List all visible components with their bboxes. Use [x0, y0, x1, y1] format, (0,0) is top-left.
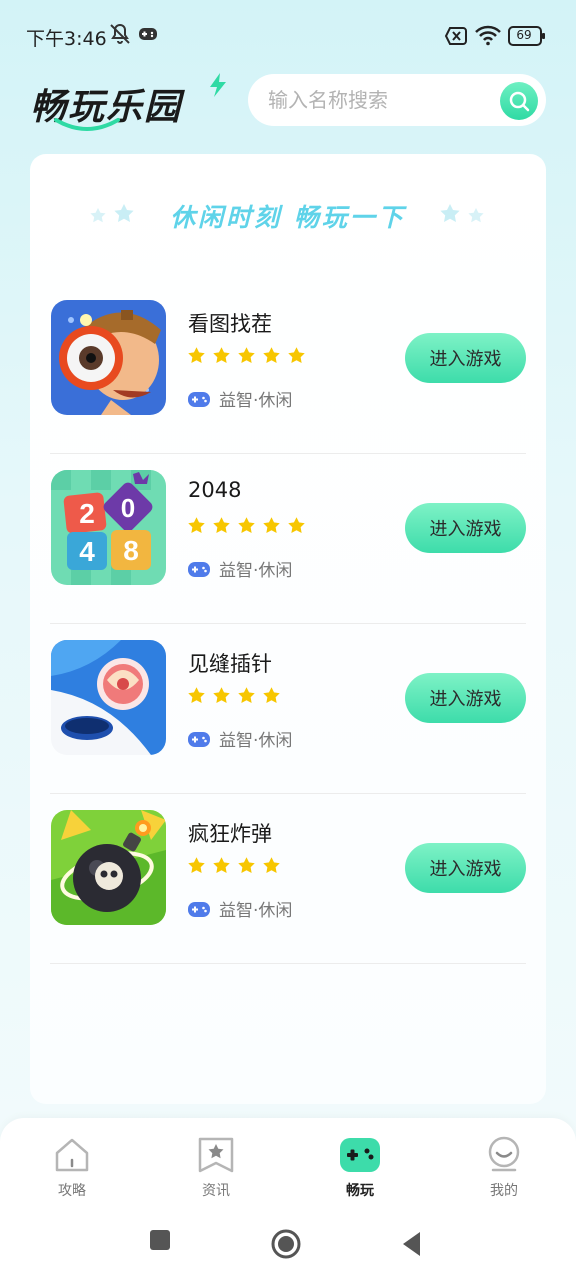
rating-stars	[187, 686, 281, 705]
gamepad-icon	[188, 901, 210, 917]
gamepad-icon	[340, 1138, 380, 1172]
tab-news[interactable]: 资讯	[176, 1136, 256, 1200]
star-icon	[263, 687, 280, 703]
banner-title: 休闲时刻 畅玩一下	[170, 203, 406, 232]
status-time: 下午3:46	[26, 28, 107, 50]
game-row: 疯狂炸弹 益智·休闲 进入游戏	[50, 794, 526, 964]
rating-stars	[187, 516, 306, 535]
star-icon	[188, 687, 205, 703]
star-icon	[238, 347, 255, 363]
game-name: 疯狂炸弹	[188, 822, 272, 846]
star-icon	[263, 857, 280, 873]
tab-play[interactable]: 畅玩	[320, 1136, 400, 1200]
tab-guide[interactable]: 攻略	[32, 1136, 112, 1200]
enter-game-button[interactable]: 进入游戏	[405, 843, 526, 893]
wifi-icon	[475, 25, 501, 46]
house-icon	[55, 1138, 89, 1172]
game-controller-status-icon	[139, 28, 157, 40]
rating-stars	[187, 856, 281, 875]
battery-level: 69	[516, 28, 532, 42]
game-name: 2048	[188, 478, 242, 502]
star-icon	[263, 517, 280, 533]
category-label: 益智·休闲	[219, 901, 293, 921]
game-row: 看图找茬 益智·休闲 进入游戏	[50, 284, 526, 454]
svg-text:4: 4	[79, 536, 95, 567]
enter-game-button[interactable]: 进入游戏	[405, 673, 526, 723]
decorative-stars-icon	[90, 204, 134, 223]
star-icon	[238, 517, 255, 533]
svg-text:8: 8	[123, 535, 139, 566]
search-button[interactable]	[500, 82, 538, 120]
game-row: 2 0 4 8 2048 益智·休闲 进入游戏	[50, 454, 526, 624]
game-row: 见缝插针 益智·休闲 进入游戏	[50, 624, 526, 794]
category-tag: 益智·休闲	[187, 896, 292, 921]
category-tag: 益智·休闲	[187, 726, 292, 751]
recent-apps-icon[interactable]	[148, 1228, 172, 1252]
category-tag: 益智·休闲	[187, 386, 292, 411]
search-bar	[248, 74, 546, 126]
star-icon	[288, 517, 305, 533]
tab-label: 畅玩	[346, 1183, 374, 1199]
category-label: 益智·休闲	[219, 561, 293, 581]
spot-difference-game-icon[interactable]	[51, 300, 166, 415]
logo-smile-icon	[54, 118, 120, 131]
gamepad-icon	[188, 731, 210, 747]
star-icon	[188, 517, 205, 533]
star-icon	[263, 347, 280, 363]
game-card: 休闲时刻 畅玩一下 看图找茬 益智·休闲 进入游戏 2 0 4 8 2048 益…	[30, 154, 546, 1104]
star-icon	[213, 517, 230, 533]
rating-stars	[187, 346, 306, 365]
category-tag: 益智·休闲	[187, 556, 292, 581]
home-icon[interactable]	[270, 1228, 302, 1260]
tab-label: 资讯	[202, 1183, 230, 1199]
back-icon[interactable]	[400, 1230, 424, 1258]
category-label: 益智·休闲	[219, 391, 293, 411]
banner: 休闲时刻 畅玩一下	[30, 194, 546, 234]
game-name: 看图找茬	[188, 312, 272, 336]
game-name: 见缝插针	[188, 652, 272, 676]
gamepad-icon	[188, 391, 210, 407]
profile-icon	[488, 1136, 520, 1172]
star-icon	[213, 857, 230, 873]
bookmark-star-icon	[198, 1137, 234, 1173]
search-icon	[509, 91, 530, 112]
enter-game-button[interactable]: 进入游戏	[405, 503, 526, 553]
category-label: 益智·休闲	[219, 731, 293, 751]
status-bar: 下午3:46 69	[0, 0, 576, 70]
tab-mine[interactable]: 我的	[464, 1136, 544, 1200]
bomb-game-icon[interactable]	[51, 810, 166, 925]
star-icon	[238, 857, 255, 873]
needle-game-icon[interactable]	[51, 640, 166, 755]
game-list: 看图找茬 益智·休闲 进入游戏 2 0 4 8 2048 益智·休闲 进入游戏 …	[50, 284, 526, 964]
svg-text:2: 2	[79, 498, 95, 529]
search-input[interactable]	[268, 87, 498, 113]
sim-x-icon	[444, 27, 467, 45]
enter-game-button[interactable]: 进入游戏	[405, 333, 526, 383]
2048-game-icon[interactable]: 2 0 4 8	[51, 470, 166, 585]
star-icon	[188, 857, 205, 873]
star-icon	[188, 347, 205, 363]
tab-label: 我的	[490, 1183, 518, 1199]
app-logo: 畅玩乐园	[28, 70, 238, 134]
star-icon	[288, 347, 305, 363]
decorative-stars-icon	[440, 204, 484, 223]
star-icon	[213, 347, 230, 363]
tab-label: 攻略	[58, 1183, 86, 1199]
bell-muted-icon	[110, 23, 130, 44]
logo-bolt-icon	[210, 73, 226, 97]
star-icon	[213, 687, 230, 703]
gamepad-icon	[188, 561, 210, 577]
svg-text:0: 0	[121, 493, 135, 523]
star-icon	[238, 687, 255, 703]
